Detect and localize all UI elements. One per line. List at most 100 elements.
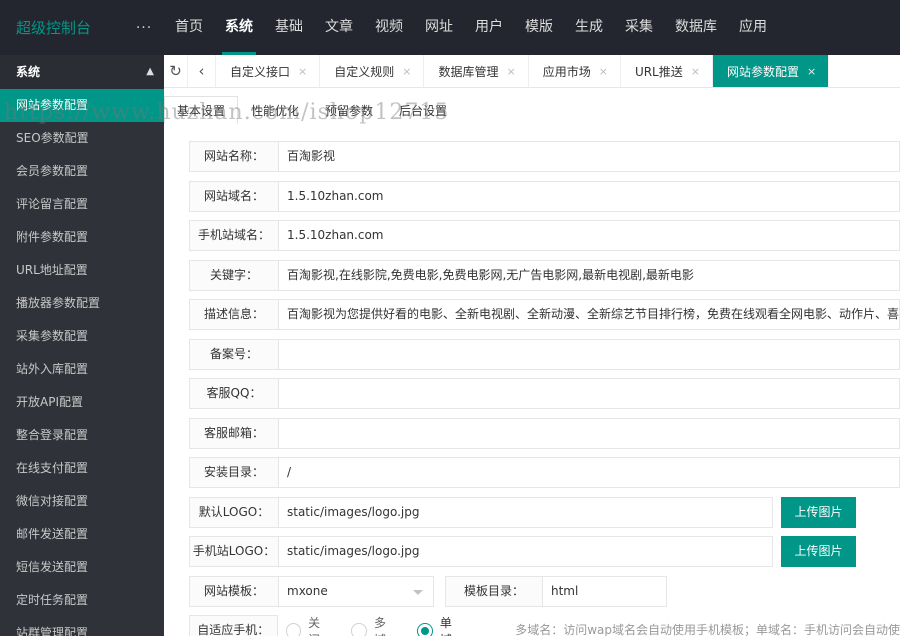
top-nav-item[interactable]: 基础 xyxy=(264,0,314,55)
top-nav-item[interactable]: 首页 xyxy=(164,0,214,55)
sidebar-item[interactable]: 在线支付配置 xyxy=(0,452,164,485)
install-dir-input[interactable]: / xyxy=(279,457,900,488)
page-tab-label: 自定义规则 xyxy=(334,64,395,79)
page-tab-label: URL推送 xyxy=(634,64,683,79)
install-dir-label: 安装目录： xyxy=(189,457,279,488)
row-icp: 备案号： xyxy=(189,338,900,370)
description-label: 描述信息： xyxy=(189,299,279,330)
sidebar-item[interactable]: 站群管理配置 xyxy=(0,617,164,636)
page-tab-label: 应用市场 xyxy=(542,64,591,79)
chevron-left-icon[interactable]: ‹ xyxy=(188,55,216,87)
description-input[interactable]: 百淘影视为您提供好看的电影、全新电视剧、全新动漫、全新综艺节目排行榜，免费在线观… xyxy=(279,299,900,330)
close-icon[interactable]: × xyxy=(402,65,411,78)
qq-input[interactable] xyxy=(279,378,900,409)
row-qq: 客服QQ： xyxy=(189,378,900,409)
dropdown-arrow-icon xyxy=(413,589,423,595)
sidebar-item[interactable]: URL地址配置 xyxy=(0,254,164,287)
adaptive-radio-option[interactable]: 单域 xyxy=(417,614,463,636)
sidebar-item[interactable]: 附件参数配置 xyxy=(0,221,164,254)
refresh-icon[interactable]: ↻ xyxy=(164,55,188,87)
row-keywords: 关键字： 百淘影视,在线影院,免费电影,免费电影网,无广告电影网,最新电视剧,最… xyxy=(189,259,900,291)
row-logo: 默认LOGO： static/images/logo.jpg 上传图片 xyxy=(189,496,900,528)
top-nav-item[interactable]: 用户 xyxy=(464,0,514,55)
sidebar-item[interactable]: 开放API配置 xyxy=(0,386,164,419)
adaptive-label: 自适应手机： xyxy=(189,615,278,636)
site-name-input[interactable]: 百淘影视 xyxy=(279,141,900,172)
row-domain: 网站域名： 1.5.10zhan.com xyxy=(189,180,900,212)
logo-input[interactable]: static/images/logo.jpg xyxy=(279,496,773,528)
domain-input[interactable]: 1.5.10zhan.com xyxy=(279,180,900,212)
page-tab[interactable]: 数据库管理 × xyxy=(424,55,529,87)
top-nav-item[interactable]: 采集 xyxy=(614,0,664,55)
radio-circle-icon xyxy=(351,622,367,636)
sidebar-item[interactable]: 微信对接配置 xyxy=(0,485,164,518)
template-label: 网站模板： xyxy=(189,575,279,607)
template-dir-input[interactable]: html xyxy=(543,575,667,607)
email-input[interactable] xyxy=(279,417,900,449)
top-nav-item[interactable]: 文章 xyxy=(314,0,364,55)
close-icon[interactable]: × xyxy=(298,65,307,78)
top-bar: 超级控制台 ··· 首页 系统 基础 文章 视频 网址 用户 模版 生成 采集 数据库 应用 xyxy=(0,0,900,55)
keywords-input[interactable]: 百淘影视,在线影院,免费电影,免费电影网,无广告电影网,最新电视剧,最新电影 xyxy=(279,259,900,291)
close-icon[interactable]: × xyxy=(506,65,515,78)
mobile-domain-label: 手机站域名： xyxy=(189,220,279,251)
top-nav: 首页 系统 基础 文章 视频 网址 用户 模版 生成 采集 数据库 应用 xyxy=(164,0,778,55)
icp-input[interactable] xyxy=(279,338,900,370)
sidebar-item[interactable]: 短信发送配置 xyxy=(0,551,164,584)
page-tab-label: 自定义接口 xyxy=(230,64,291,79)
template-dir-label: 模板目录： xyxy=(445,575,543,607)
page-tab[interactable]: 网站参数配置 × xyxy=(712,55,830,87)
sidebar-item[interactable]: 定时任务配置 xyxy=(0,584,164,617)
close-icon[interactable]: × xyxy=(807,65,816,78)
adaptive-radio-label: 单域 xyxy=(439,615,452,636)
radio-circle-icon xyxy=(285,622,302,636)
sidebar-item[interactable]: 播放器参数配置 xyxy=(0,287,164,320)
settings-form: 网站名称： 百淘影视 网站域名： 1.5.10zhan.com 手机站域名： 1… xyxy=(189,141,900,636)
page-tab[interactable]: 自定义规则 × xyxy=(320,55,425,87)
sidebar-item[interactable]: 采集参数配置 xyxy=(0,320,164,353)
page-tab[interactable]: 自定义接口 × xyxy=(216,55,321,87)
mobile-domain-input[interactable]: 1.5.10zhan.com xyxy=(279,220,900,251)
more-menu-icon[interactable]: ··· xyxy=(124,20,164,36)
close-icon[interactable]: × xyxy=(599,65,608,78)
upload-mobile-logo-button[interactable]: 上传图片 xyxy=(781,536,856,567)
sidebar-item[interactable]: 站外入库配置 xyxy=(0,353,164,386)
sidebar-item[interactable]: SEO参数配置 xyxy=(0,122,164,155)
sidebar-item[interactable]: 网站参数配置 xyxy=(0,89,164,122)
page-tab-label: 网站参数配置 xyxy=(726,64,799,79)
sidebar-item[interactable]: 整合登录配置 xyxy=(0,419,164,452)
sidebar-header[interactable]: 系统 ▲ xyxy=(0,55,164,89)
row-install-dir: 安装目录： / xyxy=(189,457,900,488)
sidebar-item[interactable]: 评论留言配置 xyxy=(0,188,164,221)
adaptive-radio-group: 关闭 多域 单域 xyxy=(278,615,484,636)
mobile-logo-input[interactable]: static/images/logo.jpg xyxy=(279,536,773,567)
top-nav-item[interactable]: 生成 xyxy=(564,0,614,55)
top-nav-item[interactable]: 模版 xyxy=(514,0,564,55)
top-nav-item[interactable]: 数据库 xyxy=(664,0,728,55)
brand-title[interactable]: 超级控制台 xyxy=(0,17,124,38)
adaptive-radio-option[interactable]: 多域 xyxy=(351,614,397,636)
settings-subtab[interactable]: 预留参数 xyxy=(312,96,386,124)
settings-subtab[interactable]: 后台设置 xyxy=(386,96,460,124)
adaptive-radio-label: 多域 xyxy=(374,615,387,636)
settings-subtab[interactable]: 基本设置 xyxy=(164,96,239,124)
caret-up-icon: ▲ xyxy=(146,66,154,77)
sidebar-item[interactable]: 会员参数配置 xyxy=(0,155,164,188)
top-nav-item[interactable]: 系统 xyxy=(214,0,264,55)
close-icon[interactable]: × xyxy=(691,65,700,78)
email-label: 客服邮箱： xyxy=(189,417,279,449)
adaptive-hint: 多域名：访问wap域名会自动使用手机模板；单域名：手机访问会自动使 xyxy=(515,623,900,636)
adaptive-radio-label: 关闭 xyxy=(308,615,321,636)
settings-subtab[interactable]: 性能优化 xyxy=(238,96,312,124)
page-tab[interactable]: 应用市场 × xyxy=(529,55,621,87)
qq-label: 客服QQ： xyxy=(189,378,279,409)
top-nav-item[interactable]: 视频 xyxy=(364,0,414,55)
top-nav-item[interactable]: 网址 xyxy=(414,0,464,55)
template-select[interactable]: mxone xyxy=(279,575,434,607)
page-tab[interactable]: URL推送 × xyxy=(621,55,713,87)
adaptive-radio-option[interactable]: 关闭 xyxy=(285,614,332,636)
upload-logo-button[interactable]: 上传图片 xyxy=(781,496,856,528)
page-tab-label: 数据库管理 xyxy=(438,64,499,79)
sidebar-item[interactable]: 邮件发送配置 xyxy=(0,518,164,551)
top-nav-item[interactable]: 应用 xyxy=(728,0,778,55)
